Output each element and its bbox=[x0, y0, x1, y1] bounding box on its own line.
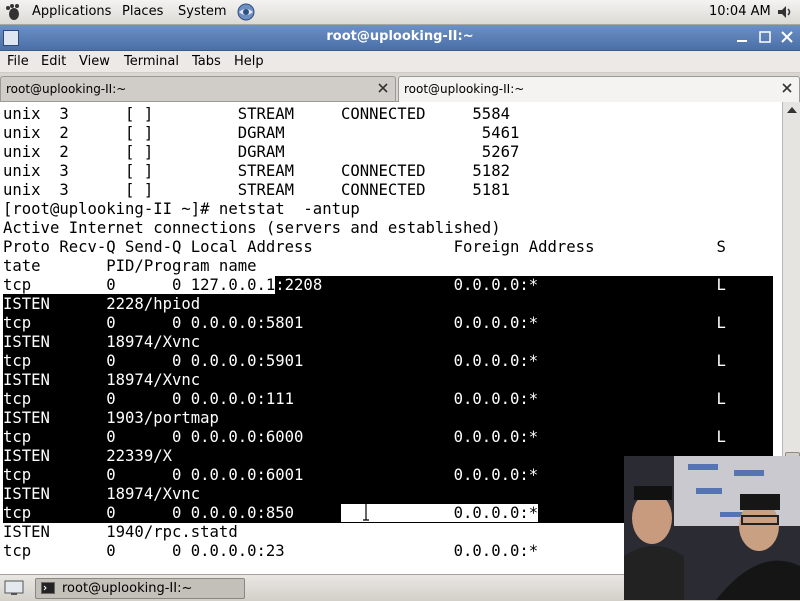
terminal-icon bbox=[41, 582, 55, 594]
terminal-line-selected: tcp 0 0 0.0.0.0:5801 0.0.0.0:* L bbox=[3, 314, 773, 333]
terminal-line-selected: tcp 0 0 0.0.0.0:6000 0.0.0.0:* L bbox=[3, 428, 773, 447]
text-cursor-icon bbox=[363, 501, 369, 521]
terminal-line: tate PID/Program name bbox=[3, 257, 257, 275]
applications-menu[interactable]: Applications bbox=[32, 4, 111, 19]
scroll-up-arrow-icon[interactable] bbox=[783, 102, 800, 118]
show-desktop-icon[interactable] bbox=[3, 579, 25, 597]
terminal-line-selected: ISTEN 18974/Xvnc bbox=[3, 371, 773, 390]
menu-edit[interactable]: Edit bbox=[41, 54, 66, 69]
presenters-video-frame bbox=[624, 456, 800, 600]
terminal-line: unix 2 [ ] DGRAM 5461 bbox=[3, 124, 520, 142]
window-title: root@uplooking-II:~ bbox=[326, 29, 474, 44]
web-browser-icon[interactable] bbox=[236, 2, 256, 22]
webcam-video-overlay bbox=[624, 456, 800, 600]
tab-bar: root@uplooking-II:~ root@uplooking-II:~ bbox=[0, 73, 800, 102]
volume-icon[interactable] bbox=[776, 3, 794, 21]
menubar: File Edit View Terminal Tabs Help bbox=[0, 51, 800, 73]
terminal-line: Proto Recv-Q Send-Q Local Address Foreig… bbox=[3, 238, 726, 256]
terminal-line-selected: tcp 0 0 0.0.0.0:111 0.0.0.0:* L bbox=[3, 390, 773, 409]
menu-file[interactable]: File bbox=[7, 54, 29, 69]
terminal-line: [root@uplooking-II ~]# netstat -antup bbox=[3, 200, 360, 218]
terminal-line: unix 3 [ ] STREAM CONNECTED 5182 bbox=[3, 162, 510, 180]
minimize-icon[interactable] bbox=[734, 29, 750, 45]
menu-help[interactable]: Help bbox=[234, 54, 264, 69]
places-menu[interactable]: Places bbox=[122, 4, 163, 19]
terminal-line-selected-start: tcp 0 0 127.0.0.1:2208 0.0.0.0:* L bbox=[3, 276, 773, 295]
tab-label: root@uplooking-II:~ bbox=[6, 82, 127, 96]
tab-close-icon[interactable] bbox=[781, 82, 793, 94]
terminal-line: Active Internet connections (servers and… bbox=[3, 219, 501, 237]
window-titlebar[interactable]: root@uplooking-II:~ bbox=[0, 25, 800, 51]
top-panel: Applications Places System 10:04 AM bbox=[0, 0, 800, 25]
terminal-line-selected: ISTEN 18974/Xvnc bbox=[3, 333, 773, 352]
gnome-foot-icon[interactable] bbox=[4, 3, 22, 21]
system-menu[interactable]: System bbox=[178, 4, 226, 19]
tab-close-icon[interactable] bbox=[377, 82, 389, 94]
terminal-line-selected: tcp 0 0 0.0.0.0:5901 0.0.0.0:* L bbox=[3, 352, 773, 371]
menu-terminal[interactable]: Terminal bbox=[124, 54, 179, 69]
close-icon[interactable] bbox=[779, 29, 795, 45]
taskbar-window-label: root@uplooking-II:~ bbox=[62, 581, 193, 596]
terminal-line-selected: ISTEN 2228/hpiod bbox=[3, 295, 773, 314]
terminal-line-selected: ISTEN 1903/portmap bbox=[3, 409, 773, 428]
taskbar-window-button[interactable]: root@uplooking-II:~ bbox=[35, 578, 245, 599]
menu-view[interactable]: View bbox=[79, 54, 110, 69]
maximize-icon[interactable] bbox=[757, 29, 773, 45]
terminal-line: unix 3 [ ] STREAM CONNECTED 5181 bbox=[3, 181, 510, 199]
menu-tabs[interactable]: Tabs bbox=[192, 54, 221, 69]
panel-clock[interactable]: 10:04 AM bbox=[709, 4, 771, 19]
terminal-line: unix 3 [ ] STREAM CONNECTED 5584 bbox=[3, 105, 510, 123]
terminal-line: unix 2 [ ] DGRAM 5267 bbox=[3, 143, 520, 161]
tab-label: root@uplooking-II:~ bbox=[404, 82, 525, 96]
tab-terminal-1[interactable]: root@uplooking-II:~ bbox=[0, 76, 396, 101]
tab-terminal-2[interactable]: root@uplooking-II:~ bbox=[398, 76, 800, 102]
